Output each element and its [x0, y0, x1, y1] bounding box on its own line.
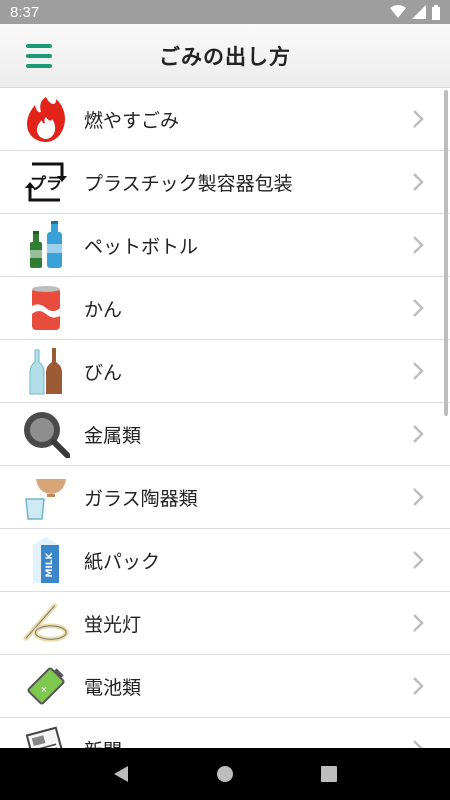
chevron-right-icon	[413, 236, 424, 254]
chevron-right-icon	[413, 551, 424, 569]
status-time: 8:37	[10, 3, 40, 21]
list-item-fluorescent[interactable]: 蛍光灯	[0, 592, 450, 655]
frying-pan-icon	[24, 412, 70, 458]
home-icon[interactable]	[215, 764, 235, 784]
system-nav-bar	[0, 748, 450, 800]
list-item-pet-bottle[interactable]: ペットボトル	[0, 214, 450, 277]
scrollbar[interactable]	[444, 90, 448, 416]
bowl-cup-icon	[25, 479, 66, 520]
hamburger-menu-icon[interactable]	[26, 44, 52, 68]
chevron-right-icon	[413, 299, 424, 317]
wifi-icon	[390, 5, 406, 18]
battery-icon: +	[27, 667, 65, 705]
svg-text:MILK: MILK	[45, 551, 55, 577]
list-item-metal[interactable]: 金属類	[0, 403, 450, 466]
plastic-recycle-icon: プラ	[25, 162, 67, 202]
page-title: ごみの出し方	[159, 44, 291, 69]
back-icon[interactable]	[112, 764, 130, 784]
milk-carton-icon: MILK	[33, 537, 59, 583]
list-item-plastic[interactable]: プラ プラスチック製容器包装	[0, 151, 450, 214]
list-item-burnable[interactable]: 燃やすごみ	[0, 88, 450, 151]
list-item-glass-ceramics[interactable]: ガラス陶器類	[0, 466, 450, 529]
status-bar: 8:37	[0, 0, 450, 24]
chevron-right-icon	[413, 740, 423, 748]
pet-bottle-icon	[30, 221, 62, 268]
list-item-batteries[interactable]: + 電池類	[0, 655, 450, 718]
flame-icon	[27, 97, 65, 142]
fluorescent-lamp-icon	[23, 603, 69, 642]
chevron-right-icon	[413, 488, 424, 506]
chevron-right-icon	[413, 677, 424, 695]
signal-icon	[412, 5, 426, 19]
list-item-glass-bottle[interactable]: びん	[0, 340, 450, 403]
svg-text:プラ: プラ	[30, 174, 62, 193]
recents-icon[interactable]	[320, 765, 338, 783]
glass-bottle-icon	[29, 348, 62, 395]
chevron-right-icon	[413, 173, 424, 191]
list-item-newspaper[interactable]: 新聞	[0, 718, 450, 748]
can-icon	[32, 286, 60, 330]
chevron-right-icon	[413, 614, 424, 632]
chevron-right-icon	[413, 425, 424, 443]
garbage-category-list: 燃やすごみ プラ プラスチック製容器包装 ペットボトル かん びん 金属類 ガラ…	[0, 88, 450, 748]
app-bar: ごみの出し方	[0, 24, 450, 88]
list-item-can[interactable]: かん	[0, 277, 450, 340]
chevron-right-icon	[413, 110, 424, 128]
list-item-paper-carton[interactable]: MILK 紙パック	[0, 529, 450, 592]
newspaper-icon	[25, 726, 67, 748]
chevron-right-icon	[413, 362, 424, 380]
battery-status-icon	[432, 4, 440, 20]
